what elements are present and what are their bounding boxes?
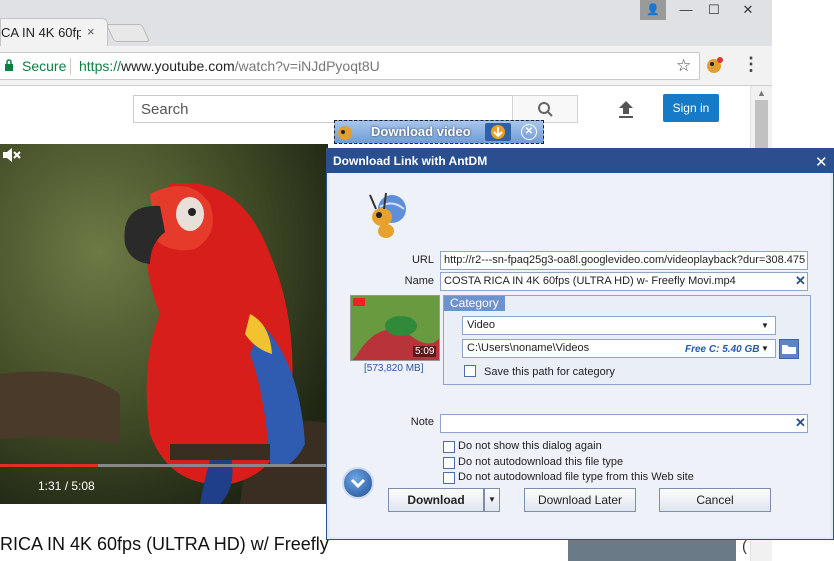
dialog-body: URL http://r2---sn-fpaq25g3-oa8l.googlev… [330, 173, 830, 537]
search-input[interactable]: Search [133, 95, 513, 123]
tab-title: CA IN 4K 60fps [1, 25, 81, 40]
video-title: RICA IN 4K 60fps (ULTRA HD) w/ Freefly [0, 534, 329, 554]
video-thumbnail: 5:09 [350, 295, 440, 361]
overlay-close-icon[interactable]: ✕ [521, 124, 537, 140]
related-video-thumbnail[interactable] [568, 538, 736, 561]
dialog-close-icon[interactable]: ✕ [815, 153, 828, 171]
download-arrow-icon[interactable] [485, 123, 511, 141]
related-video-text: ( [742, 538, 747, 555]
tab-close-icon[interactable]: × [87, 24, 95, 39]
name-label: Name [404, 275, 434, 287]
opt-no-dialog-checkbox[interactable] [443, 441, 455, 453]
cancel-button[interactable]: Cancel [659, 488, 771, 512]
note-label: Note [410, 416, 434, 428]
antdm-dialog: Download Link with AntDM ✕ URL http://r2… [326, 148, 834, 540]
url-path: /watch?v=iNJdPyoqt8U [234, 58, 380, 74]
maximize-button[interactable]: ☐ [700, 0, 728, 20]
category-header: Category [444, 296, 505, 311]
sign-in-button[interactable]: Sign in [663, 94, 719, 122]
chrome-menu-icon[interactable]: ⋮ [742, 54, 760, 75]
new-tab-button[interactable] [105, 24, 151, 42]
url-text[interactable]: https://www.youtube.com/watch?v=iNJdPyoq… [79, 58, 380, 74]
minimize-button[interactable]: — [672, 0, 700, 20]
browser-toolbar: Secure https://www.youtube.com/watch?v=i… [0, 46, 772, 86]
browse-folder-icon[interactable] [779, 339, 799, 359]
url-label: URL [411, 254, 434, 266]
ant-logo-icon [338, 126, 352, 140]
clear-name-icon[interactable]: ✕ [795, 273, 806, 289]
category-value: Video [467, 319, 495, 331]
upload-icon[interactable] [614, 97, 638, 121]
opt-no-autodl-site-checkbox[interactable] [443, 472, 455, 484]
url-host: www.youtube.com [121, 58, 235, 74]
browser-tab[interactable]: CA IN 4K 60fps × [0, 18, 108, 46]
download-later-button[interactable]: Download Later [524, 488, 636, 512]
url-scheme: https:// [79, 58, 122, 74]
thumbnail-duration: 5:09 [413, 346, 437, 357]
save-path-checkbox[interactable] [464, 365, 476, 377]
dialog-title: Download Link with AntDM [327, 149, 833, 173]
scroll-up-arrow-icon[interactable]: ▲ [757, 88, 766, 98]
antdm-download-video-bar[interactable]: Download video ✕ [334, 120, 544, 144]
free-space: Free C: 5.40 GB [685, 344, 760, 355]
category-select[interactable]: Video ▼ [462, 316, 776, 335]
save-path-value: C:\Users\noname\Videos [467, 342, 590, 354]
opt-no-autodl-type-label: Do not autodownload this file type [458, 456, 624, 468]
download-options-arrow-icon[interactable]: ▼ [484, 488, 500, 512]
clear-note-icon[interactable]: ✕ [795, 415, 806, 431]
save-path-label: Save this path for category [484, 366, 615, 378]
parrot-video-frame [0, 144, 328, 504]
lock-icon [5, 59, 13, 71]
close-window-button[interactable]: ✕ [728, 0, 768, 20]
url-field[interactable]: http://r2---sn-fpaq25g3-oa8l.googlevideo… [440, 251, 808, 270]
bookmark-star-icon[interactable]: ☆ [676, 56, 691, 76]
mute-icon[interactable] [0, 144, 22, 166]
omnibox-divider [70, 58, 71, 75]
category-dropdown-arrow-icon[interactable]: ▼ [761, 321, 769, 330]
address-bar[interactable]: Secure https://www.youtube.com/watch?v=i… [0, 52, 700, 80]
video-time: 1:31 / 5:08 [38, 479, 95, 493]
opt-no-autodl-site-label: Do not autodownload file type from this … [458, 471, 694, 483]
download-video-label: Download video [371, 124, 471, 139]
download-button[interactable]: Download [388, 488, 484, 512]
file-size: [573,820 MB] [364, 363, 424, 374]
time-separator: / [61, 479, 72, 493]
opt-no-autodl-type-checkbox[interactable] [443, 457, 455, 469]
save-path-select[interactable]: C:\Users\noname\Videos Free C: 5.40 GB ▼ [462, 339, 776, 358]
profile-icon[interactable]: 👤 [640, 0, 666, 20]
secure-label: Secure [22, 58, 67, 74]
antdm-logo-icon [369, 192, 406, 238]
video-player[interactable]: 1:31 / 5:08 [0, 144, 328, 504]
path-dropdown-arrow-icon[interactable]: ▼ [761, 344, 769, 353]
time-current: 1:31 [38, 479, 62, 493]
time-total: 5:08 [71, 479, 95, 493]
antdm-extension-icon[interactable] [706, 56, 724, 74]
opt-no-dialog-label: Do not show this dialog again [458, 440, 602, 452]
category-group: Category Video ▼ C:\Users\noname\Videos … [443, 295, 811, 385]
video-progress-fill [0, 464, 98, 467]
browser-titlebar: CA IN 4K 60fps × 👤 — ☐ ✕ [0, 0, 772, 46]
search-button[interactable] [512, 95, 578, 123]
expand-chevron-icon[interactable] [342, 467, 374, 499]
note-field[interactable] [440, 414, 808, 433]
name-field[interactable]: COSTA RICA IN 4K 60fps (ULTRA HD) w- Fre… [440, 272, 808, 291]
